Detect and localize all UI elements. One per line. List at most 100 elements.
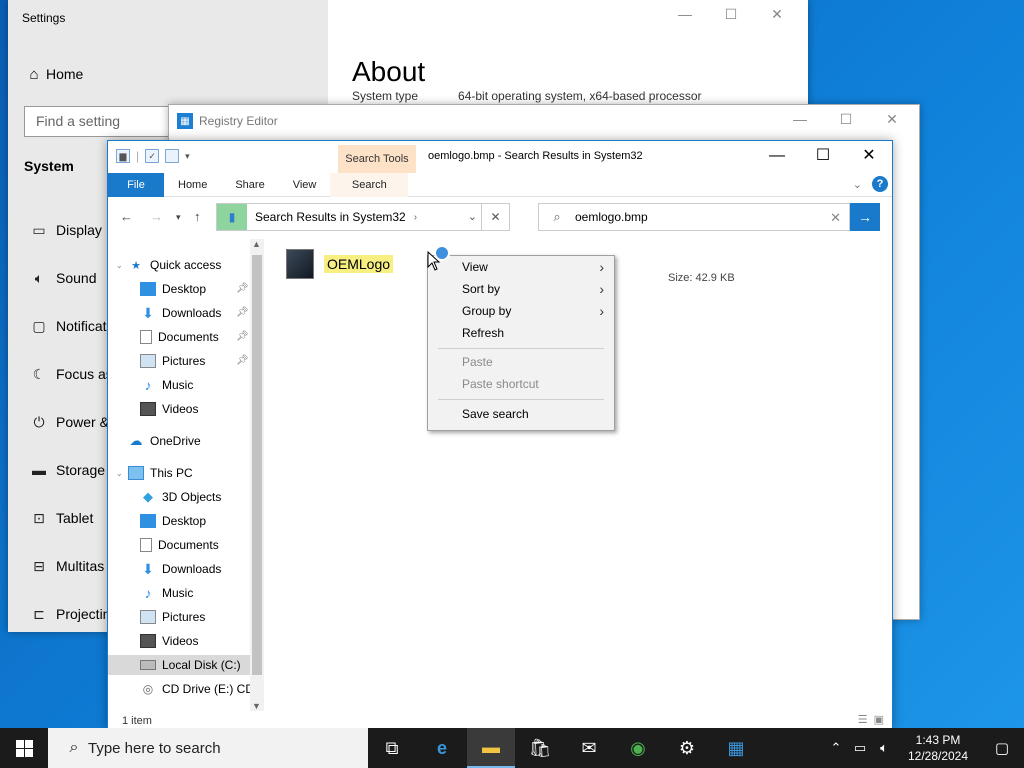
menu-item-group-by[interactable]: Group by › xyxy=(428,300,614,322)
clear-search-icon[interactable]: ✕ xyxy=(830,210,841,226)
settings-nav-label: Focus as xyxy=(56,366,113,382)
menu-item-refresh[interactable]: Refresh xyxy=(428,322,614,344)
maximize-button[interactable]: ☐ xyxy=(823,111,869,128)
folder-icon[interactable]: ▆ xyxy=(116,149,130,163)
minimize-button[interactable]: — xyxy=(754,143,800,169)
close-button[interactable]: ✕ xyxy=(754,6,800,23)
menu-item-save-search[interactable]: Save search xyxy=(428,403,614,425)
task-view-button[interactable]: ⧉ xyxy=(368,728,416,768)
nav-pc-downloads[interactable]: ⬇ Downloads xyxy=(140,559,221,579)
nav-pc-pictures[interactable]: Pictures xyxy=(140,607,205,627)
menu-item-paste[interactable]: Paste xyxy=(428,351,614,373)
nav-label: Quick access xyxy=(150,258,222,272)
tab-home[interactable]: Home xyxy=(164,173,221,197)
taskbar-network-app[interactable]: ◉ xyxy=(614,728,662,768)
menu-item-label: Refresh xyxy=(462,326,505,340)
nav-pc-music[interactable]: ♪ Music xyxy=(140,583,194,603)
details-view-icon[interactable]: ☰ xyxy=(858,713,868,726)
taskbar-mail[interactable]: ✉ xyxy=(565,728,613,768)
maximize-button[interactable]: ☐ xyxy=(708,6,754,23)
network-icon[interactable]: ▭ xyxy=(848,740,872,756)
expand-ribbon-icon[interactable]: ⌄ xyxy=(853,178,862,191)
menu-item-sort-by[interactable]: Sort by › xyxy=(428,278,614,300)
taskbar-search-box[interactable]: ⌕ Type here to search xyxy=(48,728,368,768)
show-hidden-icons-icon[interactable]: ⌃ xyxy=(824,740,848,756)
taskbar-settings[interactable]: ⚙ xyxy=(663,728,711,768)
start-button[interactable] xyxy=(0,728,48,768)
settings-home-link[interactable]: ⌂ Home xyxy=(22,64,83,84)
breadcrumb-chevron-icon[interactable]: › xyxy=(414,212,417,223)
menu-item-label: Sort by xyxy=(462,282,501,296)
properties-icon[interactable]: ✓ xyxy=(145,149,160,163)
address-dropdown-icon[interactable]: ⌄ xyxy=(468,210,477,223)
tab-file[interactable]: File xyxy=(108,172,164,197)
nav-qa-downloads[interactable]: ⬇ Downloads xyxy=(140,303,221,323)
nav-qa-pictures[interactable]: Pictures xyxy=(140,351,205,371)
menu-item-paste-shortcut[interactable]: Paste shortcut xyxy=(428,373,614,395)
new-folder-icon[interactable] xyxy=(165,149,180,163)
recent-locations-button[interactable]: ▾ xyxy=(176,212,181,223)
forward-button[interactable]: → xyxy=(150,209,163,224)
maximize-button[interactable]: ☐ xyxy=(800,143,846,169)
nav-pc-documents[interactable]: Documents xyxy=(140,535,219,555)
scroll-down-icon[interactable]: ▼ xyxy=(252,701,261,711)
nav-pc-cd-drive[interactable]: ◎ CD Drive (E:) CDI xyxy=(140,679,250,699)
address-bar[interactable]: ▮ Search Results in System32 › ⌄ ✕ xyxy=(216,203,510,231)
nav-pc-videos[interactable]: Videos xyxy=(140,631,198,651)
tab-search[interactable]: Search xyxy=(330,172,409,197)
nav-qa-music[interactable]: ♪ Music xyxy=(140,375,194,395)
search-box[interactable]: ⌕ oemlogo.bmp ✕ xyxy=(538,203,850,231)
close-button[interactable]: ✕ xyxy=(869,111,915,128)
menu-item-view[interactable]: View › xyxy=(428,256,614,278)
view-mode-buttons: ☰ ▣ xyxy=(858,713,884,726)
clock-time: 1:43 PM xyxy=(915,733,961,747)
taskbar-file-explorer[interactable]: ▬ xyxy=(467,728,515,768)
settings-nav-label: Display xyxy=(56,222,102,238)
nav-onedrive[interactable]: ☁ OneDrive xyxy=(128,431,201,451)
file-name: OEMLogo xyxy=(324,255,394,273)
minimize-button[interactable]: — xyxy=(662,6,708,23)
navigation-pane: ⌄ ★ Quick access Desktop 📌︎ ⬇ Downloads 📌… xyxy=(108,239,250,709)
tab-view[interactable]: View xyxy=(279,173,331,197)
globe-icon: ◉ xyxy=(630,737,646,758)
up-button[interactable]: ↑ xyxy=(194,209,201,224)
ribbon-right-controls: ⌄ ? xyxy=(853,176,888,192)
pin-icon: 📌︎ xyxy=(236,283,249,294)
scroll-up-icon[interactable]: ▲ xyxy=(252,239,261,249)
explorer-titlebar: ▆ | ✓ ▾ Search Tools oemlogo.bmp - Searc… xyxy=(108,141,892,173)
nav-quick-access[interactable]: ⌄ ★ Quick access xyxy=(116,255,221,275)
nav-qa-videos[interactable]: Videos xyxy=(140,399,198,419)
file-item-oemlogo[interactable]: OEMLogo xyxy=(286,249,394,279)
pictures-icon xyxy=(140,610,156,624)
clock[interactable]: 1:43 PM 12/28/2024 xyxy=(896,732,980,764)
nav-pane-scrollbar[interactable]: ▲ ▼ xyxy=(250,239,264,711)
help-icon[interactable]: ? xyxy=(872,176,888,192)
back-button[interactable]: ← xyxy=(120,209,133,224)
nav-pc-local-disk[interactable]: Local Disk (C:) xyxy=(108,655,250,675)
windows-logo-icon xyxy=(15,739,33,757)
search-go-button[interactable]: → xyxy=(850,203,880,231)
tab-share[interactable]: Share xyxy=(221,173,278,197)
stop-search-button[interactable]: ✕ xyxy=(481,204,509,230)
close-button[interactable]: ✕ xyxy=(846,143,892,169)
nav-qa-documents[interactable]: Documents xyxy=(140,327,219,347)
expand-chevron-icon[interactable]: ⌄ xyxy=(116,469,128,478)
customize-toolbar-icon[interactable]: ▾ xyxy=(185,151,190,162)
volume-muted-icon[interactable]: 🔈︎ xyxy=(872,740,896,756)
desktop-icon xyxy=(140,514,156,528)
expand-chevron-icon[interactable]: ⌄ xyxy=(116,261,128,270)
power-icon: ⏻ xyxy=(33,413,45,430)
nav-this-pc[interactable]: ⌄ This PC xyxy=(116,463,193,483)
large-icons-view-icon[interactable]: ▣ xyxy=(874,713,884,726)
taskbar-store[interactable]: 🛍︎ xyxy=(516,728,564,768)
search-icon: ⌕ xyxy=(553,209,561,224)
taskbar-registry-editor[interactable]: ▦ xyxy=(712,728,760,768)
nav-pc-3d-objects[interactable]: ◆ 3D Objects xyxy=(140,487,221,507)
action-center-icon[interactable]: ▢ xyxy=(980,739,1024,757)
scrollbar-thumb[interactable] xyxy=(252,255,262,675)
minimize-button[interactable]: — xyxy=(777,111,823,128)
tablet-icon: ⊡ xyxy=(33,509,45,526)
nav-pc-desktop[interactable]: Desktop xyxy=(140,511,206,531)
taskbar-edge[interactable]: e xyxy=(418,728,466,768)
nav-qa-desktop[interactable]: Desktop xyxy=(140,279,206,299)
